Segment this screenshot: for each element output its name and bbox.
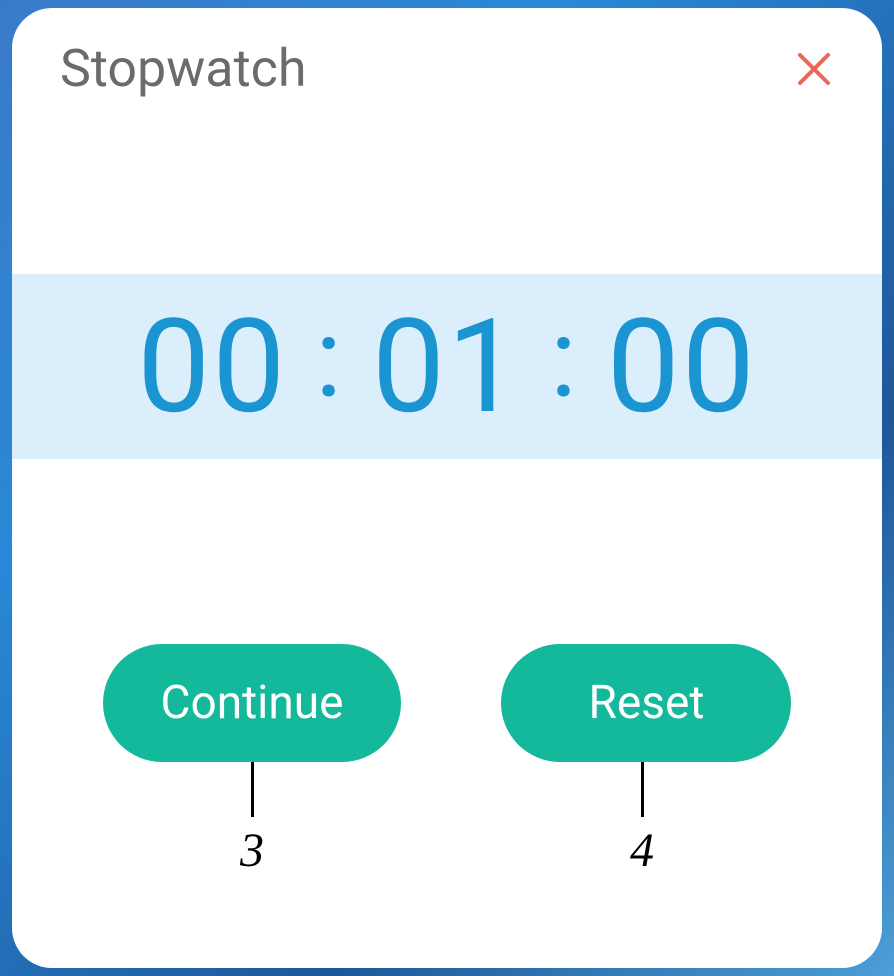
- annotation-connector: [251, 762, 254, 817]
- annotation-connector: [641, 762, 644, 817]
- time-separator: :: [315, 304, 344, 414]
- time-separator: :: [550, 304, 579, 414]
- close-icon[interactable]: [794, 49, 834, 89]
- time-hours: 00: [137, 302, 287, 432]
- app-title: Stopwatch: [60, 38, 306, 99]
- annotation-left: 3: [107, 762, 397, 878]
- time-display-strip: 00 : 01 : 00: [12, 274, 882, 459]
- close-icon-svg: [794, 49, 834, 89]
- header: Stopwatch: [12, 8, 882, 99]
- buttons-row: Continue Reset: [12, 644, 882, 762]
- continue-button[interactable]: Continue: [103, 644, 402, 762]
- time-display: 00 : 01 : 00: [137, 302, 757, 432]
- annotations-row: 3 4: [12, 762, 882, 878]
- time-minutes: 01: [372, 302, 522, 432]
- annotation-right: 4: [497, 762, 787, 878]
- reset-button[interactable]: Reset: [501, 644, 791, 762]
- stopwatch-card: Stopwatch 00 : 01 : 00 Continue Reset 3 …: [12, 8, 882, 968]
- annotation-label-left: 3: [240, 823, 264, 878]
- annotation-label-right: 4: [630, 823, 654, 878]
- time-seconds: 00: [607, 302, 757, 432]
